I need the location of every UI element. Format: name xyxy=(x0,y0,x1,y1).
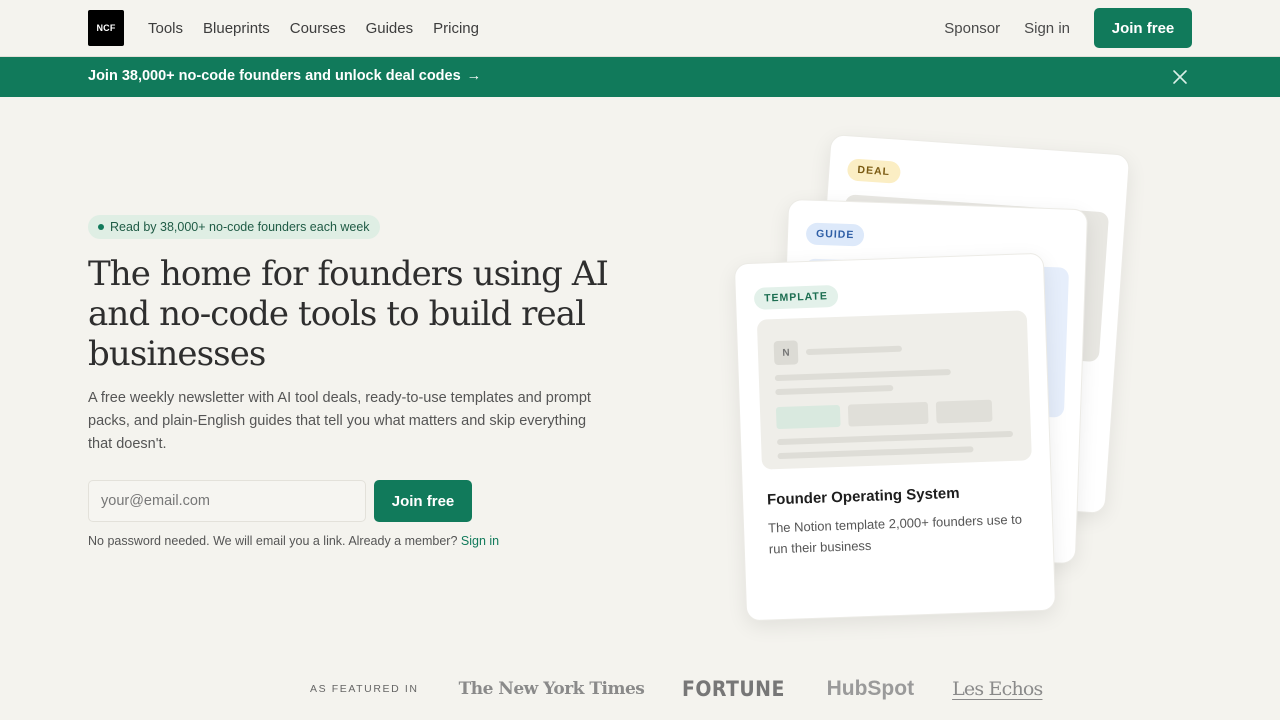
nav-guides[interactable]: Guides xyxy=(366,20,414,37)
promo-banner[interactable]: Join 38,000+ no-code founders and unlock… xyxy=(0,57,1280,97)
nav-blueprints[interactable]: Blueprints xyxy=(203,20,270,37)
dot-icon xyxy=(98,224,104,230)
hubspot-logo: HubSpot xyxy=(826,677,915,700)
logo[interactable]: NCF xyxy=(88,10,124,46)
hero-headline: The home for founders using AI and no-co… xyxy=(88,254,609,374)
note-text: No password needed. We will email you a … xyxy=(88,534,458,548)
lesechos-logo: Les Echos xyxy=(952,678,1043,700)
note-signin-link[interactable]: Sign in xyxy=(461,534,499,548)
preview-chip xyxy=(775,404,841,430)
nav-courses[interactable]: Courses xyxy=(290,20,346,37)
close-icon[interactable] xyxy=(1172,69,1188,85)
main-nav: Tools Blueprints Courses Guides Pricing xyxy=(148,0,479,57)
preview-line xyxy=(777,446,974,460)
hero-subhead: A free weekly newsletter with AI tool de… xyxy=(88,390,591,452)
preview-line xyxy=(777,430,1014,446)
signin-link[interactable]: Sign in xyxy=(1024,20,1070,37)
nav-pricing[interactable]: Pricing xyxy=(433,20,479,37)
template-preview: N xyxy=(756,310,1032,470)
nyt-logo: The New York Times xyxy=(458,679,645,699)
readership-pill: Read by 38,000+ no-code founders each we… xyxy=(88,215,380,239)
signup-note: No password needed. We will email you a … xyxy=(88,534,499,548)
fortune-logo: FORTUNE xyxy=(682,677,786,701)
header-actions: Sponsor Sign in Join free xyxy=(944,8,1192,48)
template-card[interactable]: TEMPLATE N Founder Operating System The … xyxy=(733,252,1057,622)
preview-chip xyxy=(935,399,993,424)
template-tag: TEMPLATE xyxy=(753,284,839,310)
preview-chip xyxy=(847,401,929,427)
hero-join-button[interactable]: Join free xyxy=(374,480,472,522)
preview-line xyxy=(805,345,903,356)
featured-label: AS FEATURED IN xyxy=(310,683,419,695)
email-input[interactable] xyxy=(88,480,366,522)
header-join-button[interactable]: Join free xyxy=(1094,8,1192,48)
template-description: The Notion template 2,000+ founders use … xyxy=(767,511,1023,557)
preview-line xyxy=(774,369,951,382)
featured-in: AS FEATURED IN The New York Times FORTUN… xyxy=(310,674,1043,704)
template-title: Founder Operating System xyxy=(766,484,960,509)
banner-link[interactable]: Join 38,000+ no-code founders and unlock… xyxy=(88,68,481,84)
nav-tools[interactable]: Tools xyxy=(148,20,183,37)
notion-icon: N xyxy=(773,340,799,366)
guide-tag: GUIDE xyxy=(805,222,865,247)
pill-text: Read by 38,000+ no-code founders each we… xyxy=(110,220,370,234)
arrow-right-icon: → xyxy=(466,68,482,84)
banner-text: Join 38,000+ no-code founders and unlock… xyxy=(88,68,461,84)
deal-tag: DEAL xyxy=(846,158,901,184)
sponsor-link[interactable]: Sponsor xyxy=(944,20,1000,37)
preview-line xyxy=(775,385,894,396)
site-header: NCF Tools Blueprints Courses Guides Pric… xyxy=(0,0,1280,57)
